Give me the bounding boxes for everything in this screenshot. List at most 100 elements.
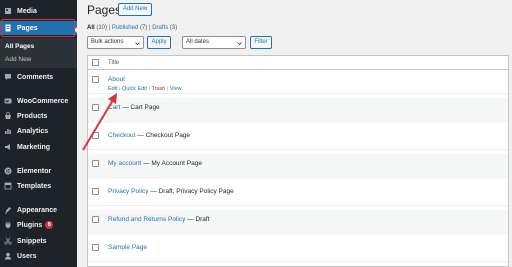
- row-checkbox[interactable]: [92, 244, 99, 251]
- apply-button[interactable]: Apply: [147, 36, 171, 49]
- row-title: Checkout — Checkout Page: [108, 132, 190, 139]
- elementor-icon: [4, 167, 12, 175]
- post-state: My Account Page: [151, 160, 202, 167]
- row-action-separator: |: [119, 86, 121, 92]
- filter-separator: |: [108, 25, 111, 31]
- sidebar-item-plugins[interactable]: Plugins 8: [0, 218, 77, 232]
- admin-sidebar: All Pages Add New Media Pages Comments W…: [0, 0, 78, 267]
- trash-link[interactable]: Trash: [151, 86, 165, 92]
- sidebar-item-label: Media: [17, 7, 37, 15]
- pages-submenu: All Pages Add New: [0, 38, 77, 68]
- page-title-link[interactable]: About: [108, 76, 125, 83]
- row-checkbox[interactable]: [92, 216, 99, 223]
- table-row: Refund and Returns Policy — Draft: [88, 210, 508, 234]
- row-actions: Edit | Quick Edit | Trash | View: [108, 86, 182, 92]
- main-content: Pages Add New All (10) | Published (7) |…: [77, 0, 512, 267]
- templates-icon: [4, 182, 12, 190]
- sidebar-item-snippets[interactable]: Snippets: [0, 234, 77, 248]
- filter-button[interactable]: Filter: [250, 36, 272, 49]
- snippets-icon: [4, 237, 12, 245]
- marketing-icon: [4, 143, 12, 151]
- sidebar-item-label: Elementor: [17, 167, 52, 175]
- chevron-down-icon: [237, 40, 242, 46]
- post-state: Draft, Privacy Policy Page: [158, 188, 234, 195]
- view-link[interactable]: View: [170, 86, 182, 92]
- filter-published-count: (7): [139, 25, 148, 31]
- sidebar-item-analytics[interactable]: Analytics: [0, 124, 77, 138]
- sidebar-item-templates[interactable]: Templates: [0, 179, 77, 193]
- sidebar-item-label: Comments: [17, 73, 54, 81]
- page-title-link[interactable]: Privacy Policy: [108, 188, 148, 195]
- post-state: Cart Page: [130, 104, 160, 111]
- filter-all-count: (10): [96, 25, 108, 31]
- pages-table: Title About Edit | Quick Edit | Trash | …: [87, 55, 509, 267]
- post-state: Draft: [195, 216, 210, 223]
- edit-link[interactable]: Edit: [108, 86, 117, 92]
- page-title-link[interactable]: Cart: [108, 104, 120, 111]
- sidebar-item-elementor[interactable]: Elementor: [0, 164, 77, 178]
- table-row: Privacy Policy — Draft, Privacy Policy P…: [88, 182, 508, 206]
- chevron-down-icon: [135, 40, 140, 46]
- pages-icon: [4, 24, 12, 32]
- sidebar-item-label: Products: [17, 112, 48, 120]
- update-count-badge: 8: [45, 221, 54, 229]
- page-title-link[interactable]: My account: [108, 160, 141, 167]
- row-title: About: [108, 76, 125, 83]
- filter-separator: |: [148, 25, 151, 31]
- sidebar-item-label: Users: [17, 252, 37, 260]
- select-all-checkbox[interactable]: [92, 59, 99, 66]
- sidebar-item-marketing[interactable]: Marketing: [0, 140, 77, 154]
- add-new-button[interactable]: Add New: [118, 3, 152, 16]
- sidebar-item-comments[interactable]: Comments: [0, 70, 77, 84]
- sidebar-item-label: Plugins: [17, 221, 43, 229]
- table-body: About Edit | Quick Edit | Trash | View C…: [88, 70, 508, 266]
- row-title: Sample Page: [108, 244, 147, 251]
- sidebar-item-label: WooCommerce: [17, 97, 69, 105]
- filter-all[interactable]: All: [87, 25, 95, 31]
- state-separator: —: [150, 188, 159, 195]
- filter-published[interactable]: Published: [112, 25, 138, 31]
- row-action-separator: |: [148, 86, 151, 92]
- appearance-icon: [4, 206, 12, 214]
- products-icon: [4, 112, 12, 120]
- sidebar-item-products[interactable]: Products: [0, 109, 77, 123]
- submenu-add-new[interactable]: Add New: [5, 56, 31, 63]
- sidebar-item-media[interactable]: Media: [0, 4, 77, 18]
- submenu-all-pages[interactable]: All Pages: [5, 43, 34, 50]
- row-checkbox[interactable]: [92, 76, 99, 83]
- sidebar-item-pages[interactable]: Pages: [0, 21, 78, 35]
- table-row: Checkout — Checkout Page: [88, 126, 508, 150]
- row-title: My account — My Account Page: [108, 160, 202, 167]
- row-title: Refund and Returns Policy — Draft: [108, 216, 210, 223]
- sidebar-item-label: Templates: [17, 182, 52, 190]
- sidebar-item-users[interactable]: Users: [0, 249, 77, 263]
- woocommerce-icon: [4, 97, 12, 105]
- sidebar-item-label: Analytics: [17, 127, 49, 135]
- sidebar-item-woocommerce[interactable]: WooCommerce: [0, 94, 77, 108]
- quick-edit-link[interactable]: Quick Edit: [122, 86, 147, 92]
- sidebar-item-label: Appearance: [17, 206, 58, 214]
- table-header: Title: [88, 56, 508, 70]
- bulk-actions-value: Bulk actions: [91, 39, 124, 45]
- sidebar-item-appearance[interactable]: Appearance: [0, 203, 77, 217]
- bulk-actions-select[interactable]: Bulk actions: [87, 36, 144, 49]
- row-checkbox[interactable]: [92, 132, 99, 139]
- row-checkbox[interactable]: [92, 188, 99, 195]
- page-title-link[interactable]: Refund and Returns Policy: [108, 216, 185, 223]
- sidebar-item-label: Snippets: [17, 237, 47, 245]
- table-row: About Edit | Quick Edit | Trash | View: [88, 70, 508, 94]
- filter-drafts[interactable]: Drafts: [152, 25, 168, 31]
- page-title-link[interactable]: Sample Page: [108, 244, 147, 251]
- plugins-icon: [4, 221, 12, 229]
- column-title-header[interactable]: Title: [108, 60, 119, 66]
- table-row: My account — My Account Page: [88, 154, 508, 178]
- status-filter-links: All (10) | Published (7) | Drafts (3): [87, 25, 177, 31]
- row-checkbox[interactable]: [92, 160, 99, 167]
- sidebar-item-label: Marketing: [17, 143, 51, 151]
- comments-icon: [4, 73, 12, 81]
- date-filter-select[interactable]: All dates: [182, 36, 246, 49]
- post-state: Checkout Page: [145, 132, 191, 139]
- sidebar-item-label: Pages: [17, 24, 38, 32]
- row-checkbox[interactable]: [92, 104, 99, 111]
- page-title-link[interactable]: Checkout: [108, 132, 135, 139]
